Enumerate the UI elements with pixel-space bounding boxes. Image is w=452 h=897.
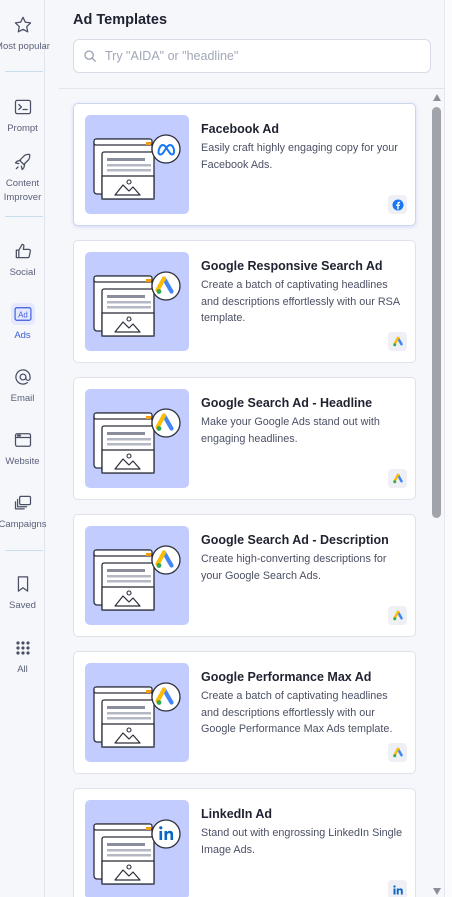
sidebar-item-ads[interactable]: Ad Ads [0, 303, 45, 343]
template-thumbnail [85, 526, 189, 625]
template-list[interactable]: Facebook Ad Easily craft highly engaging… [59, 89, 431, 897]
sidebar: Most popular Prompt Content Improver Soc… [0, 0, 50, 897]
template-description: Stand out with engrossing LinkedIn Singl… [201, 827, 403, 856]
list-scrollbar[interactable] [430, 90, 444, 897]
sidebar-item-content-improver[interactable]: Content Improver [0, 151, 45, 205]
ad-icon: Ad [10, 303, 35, 325]
template-thumbnail [85, 252, 189, 351]
sidebar-item-label: Content Improver [3, 178, 42, 203]
template-thumbnail [85, 800, 189, 897]
template-card-facebook-ad[interactable]: Facebook Ad Easily craft highly engaging… [73, 103, 416, 226]
template-description: Create a batch of captivating headlines … [201, 690, 393, 735]
layers-icon [12, 492, 34, 514]
sidebar-item-label: Website [5, 456, 40, 467]
grid-icon [12, 637, 34, 659]
browser-icon [12, 429, 34, 451]
sidebar-item-label: Prompt [7, 123, 38, 134]
rocket-icon [12, 151, 34, 173]
template-title: Google Responsive Search Ad [201, 259, 383, 273]
sidebar-item-label: Email [10, 393, 35, 404]
sidebar-item-email[interactable]: Email [0, 366, 45, 406]
sidebar-item-label: Campaigns [0, 519, 47, 530]
sidebar-item-label: All [17, 664, 28, 675]
templates-panel: Ad Templates Try "AIDA" or "headline" Fa… [59, 0, 445, 897]
sidebar-item-social[interactable]: Social [0, 240, 45, 280]
sidebar-divider [5, 71, 43, 72]
sidebar-item-all[interactable]: All [0, 637, 45, 677]
sidebar-item-most-popular[interactable]: Most popular [0, 14, 50, 54]
sidebar-divider [5, 216, 43, 217]
at-sign-icon [12, 366, 34, 388]
terminal-icon [12, 96, 34, 118]
search-input[interactable] [105, 49, 425, 63]
sidebar-item-campaigns[interactable]: Campaigns [0, 492, 47, 532]
search-icon [84, 50, 96, 62]
template-title: Google Performance Max Ad [201, 670, 372, 684]
thumbs-up-icon [12, 240, 34, 262]
sidebar-item-label: Most popular [0, 41, 50, 52]
svg-text:Ad: Ad [18, 310, 28, 319]
template-title: Google Search Ad - Headline [201, 396, 373, 410]
linkedin-icon [388, 880, 407, 897]
template-title: Google Search Ad - Description [201, 533, 389, 547]
app-window: Most popular Prompt Content Improver Soc… [0, 0, 452, 897]
sidebar-item-prompt[interactable]: Prompt [0, 96, 45, 136]
template-card-google-responsive-search-ad[interactable]: Google Responsive Search Ad Create a bat… [73, 240, 416, 363]
template-card-linkedin-ad[interactable]: LinkedIn Ad Stand out with engrossing Li… [73, 788, 416, 897]
google-ads-icon [388, 606, 407, 625]
sidebar-item-label: Saved [9, 600, 36, 611]
template-description: Create a batch of captivating headlines … [201, 279, 400, 324]
sidebar-item-label: Social [9, 267, 36, 278]
template-thumbnail [85, 663, 189, 762]
sidebar-item-saved[interactable]: Saved [0, 573, 45, 613]
search-box[interactable] [73, 39, 431, 73]
facebook-icon [388, 195, 407, 214]
template-card-google-search-ad-description[interactable]: Google Search Ad - Description Create hi… [73, 514, 416, 637]
scroll-down-arrow-icon[interactable] [433, 888, 441, 895]
template-title: LinkedIn Ad [201, 807, 273, 821]
google-ads-icon [388, 469, 407, 488]
template-card-google-performance-max-ad[interactable]: Google Performance Max Ad Create a batch… [73, 651, 416, 774]
google-ads-icon [388, 332, 407, 351]
sidebar-item-website[interactable]: Website [0, 429, 45, 469]
template-title: Facebook Ad [201, 122, 280, 136]
star-icon [12, 14, 34, 36]
sidebar-divider [5, 550, 43, 551]
template-thumbnail [85, 115, 189, 214]
scrollbar-thumb[interactable] [432, 107, 441, 518]
panel-edge [444, 0, 452, 897]
sidebar-item-label: Ads [14, 330, 31, 341]
template-description: Easily craft highly engaging copy for yo… [201, 142, 398, 171]
bookmark-icon [12, 573, 34, 595]
template-description: Make your Google Ads stand out with enga… [201, 416, 380, 445]
google-ads-icon [388, 743, 407, 762]
template-card-google-search-ad-headline[interactable]: Google Search Ad - Headline Make your Go… [73, 377, 416, 500]
template-description: Create high-converting descriptions for … [201, 553, 387, 582]
template-thumbnail [85, 389, 189, 488]
page-title: Ad Templates [73, 12, 168, 28]
scroll-up-arrow-icon[interactable] [433, 94, 441, 101]
